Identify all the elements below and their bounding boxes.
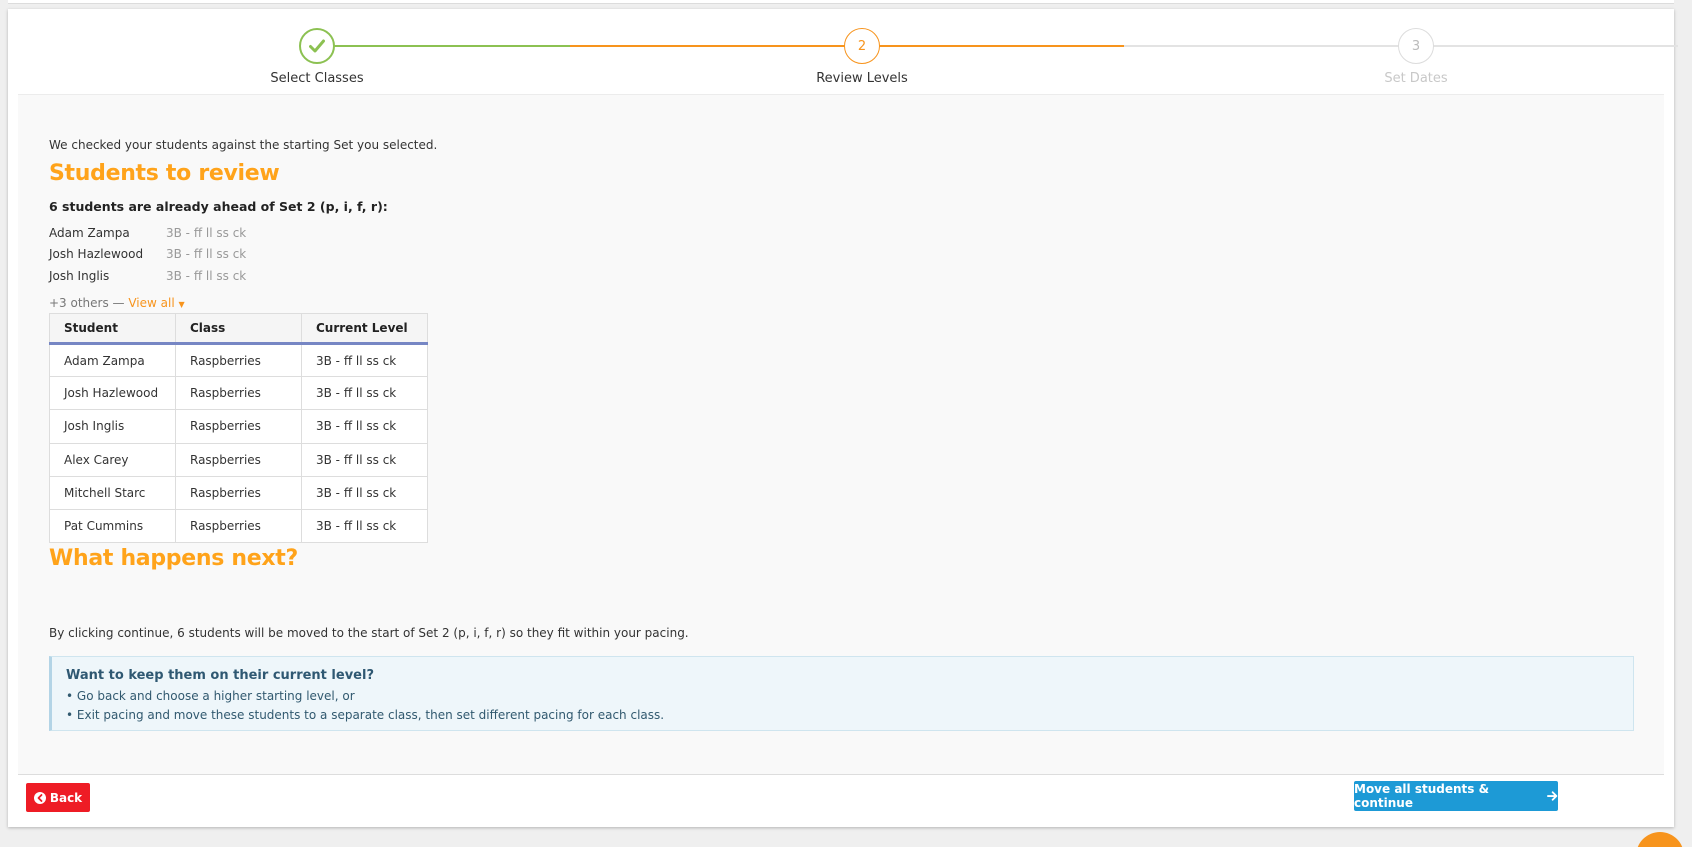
arrow-right-icon	[1546, 791, 1558, 801]
back-button[interactable]: Back	[26, 783, 90, 812]
chat-widget-button[interactable]	[1636, 832, 1684, 847]
step-2-circle[interactable]: 2	[844, 28, 880, 64]
cell-student: Josh Hazlewood	[49, 376, 176, 411]
review-content: We checked your students against the sta…	[18, 94, 1664, 774]
cell-level: 3B - ff ll ss ck	[301, 475, 428, 510]
cell-class: Raspberries	[175, 342, 302, 378]
preview-student-level: 3B - ff ll ss ck	[166, 268, 247, 283]
cell-class: Raspberries	[175, 508, 302, 544]
view-all-link[interactable]: View all	[128, 296, 174, 310]
others-row: +3 others — View all ▼	[49, 296, 185, 310]
list-item: Josh Inglis 3B - ff ll ss ck	[49, 265, 246, 287]
students-to-review-heading: Students to review	[49, 161, 280, 186]
step-1-label: Select Classes	[270, 71, 364, 86]
keep-level-info-box: Want to keep them on their current level…	[49, 656, 1634, 731]
step-3-label: Set Dates	[1384, 71, 1448, 86]
pacing-wizard-card: Select Classes 2 Review Levels 3 Set Dat…	[8, 9, 1678, 827]
cell-level: 3B - ff ll ss ck	[301, 376, 428, 411]
list-item: Adam Zampa 3B - ff ll ss ck	[49, 222, 246, 244]
column-header-current-level: Current Level	[301, 313, 428, 345]
continue-button-label: Move all students & continue	[1354, 782, 1490, 810]
cell-level: 3B - ff ll ss ck	[301, 508, 428, 544]
cell-student: Adam Zampa	[49, 342, 176, 378]
table-row: Adam Zampa Raspberries 3B - ff ll ss ck	[49, 342, 428, 378]
preview-student-name: Adam Zampa	[49, 225, 130, 240]
column-header-student: Student	[49, 313, 176, 345]
what-happens-next-heading: What happens next?	[49, 546, 298, 571]
cell-student: Mitchell Starc	[49, 475, 176, 510]
preview-student-name: Josh Hazlewood	[49, 247, 144, 262]
cell-student: Alex Carey	[49, 442, 176, 477]
cell-level: 3B - ff ll ss ck	[301, 442, 428, 477]
ahead-summary: 6 students are already ahead of Set 2 (p…	[49, 199, 388, 214]
table-header-row: Student Class Current Level	[49, 313, 428, 345]
circle-arrow-left-icon	[33, 791, 46, 804]
preview-student-name: Josh Inglis	[49, 268, 110, 283]
cell-level: 3B - ff ll ss ck	[301, 409, 428, 444]
cell-student: Josh Inglis	[49, 409, 176, 444]
cell-class: Raspberries	[175, 475, 302, 510]
table-row: Josh Hazlewood Raspberries 3B - ff ll ss…	[49, 376, 428, 411]
column-header-class: Class	[175, 313, 302, 345]
wizard-footer: Back Move all students & continue	[18, 774, 1664, 819]
cell-class: Raspberries	[175, 409, 302, 444]
student-preview-list: Adam Zampa 3B - ff ll ss ck Josh Hazlewo…	[49, 222, 246, 287]
list-item: Josh Hazlewood 3B - ff ll ss ck	[49, 244, 246, 266]
table-row: Pat Cummins Raspberries 3B - ff ll ss ck	[49, 508, 428, 544]
table-row: Mitchell Starc Raspberries 3B - ff ll ss…	[49, 475, 428, 510]
top-strip	[8, 0, 1674, 4]
move-all-continue-button[interactable]: Move all students & continue	[1354, 781, 1558, 811]
others-count: +3 others —	[49, 296, 129, 310]
step-2-number: 2	[857, 38, 867, 54]
stepper-line-done	[316, 45, 570, 47]
step-3-number: 3	[1411, 38, 1421, 54]
next-explanation: By clicking continue, 6 students will be…	[49, 626, 689, 640]
check-icon	[309, 39, 325, 53]
info-title: Want to keep them on their current level…	[66, 668, 374, 683]
table-row: Josh Inglis Raspberries 3B - ff ll ss ck	[49, 409, 428, 444]
step-1-circle[interactable]	[299, 28, 335, 64]
cell-level: 3B - ff ll ss ck	[301, 342, 428, 378]
cell-class: Raspberries	[175, 376, 302, 411]
cell-student: Pat Cummins	[49, 508, 176, 544]
cell-class: Raspberries	[175, 442, 302, 477]
table-row: Alex Carey Raspberries 3B - ff ll ss ck	[49, 442, 428, 477]
step-3-circle: 3	[1398, 28, 1434, 64]
wizard-stepper: Select Classes 2 Review Levels 3 Set Dat…	[18, 9, 1678, 94]
preview-student-level: 3B - ff ll ss ck	[166, 247, 247, 262]
preview-student-level: 3B - ff ll ss ck	[166, 225, 247, 240]
back-button-label: Back	[49, 790, 83, 805]
info-line: • Go back and choose a higher starting l…	[66, 689, 355, 703]
info-line: • Exit pacing and move these students to…	[66, 708, 665, 722]
caret-down-icon[interactable]: ▼	[179, 300, 185, 309]
step-2-label: Review Levels	[816, 71, 908, 86]
students-table: Student Class Current Level Adam Zampa R…	[49, 313, 428, 544]
intro-text: We checked your students against the sta…	[49, 138, 438, 152]
